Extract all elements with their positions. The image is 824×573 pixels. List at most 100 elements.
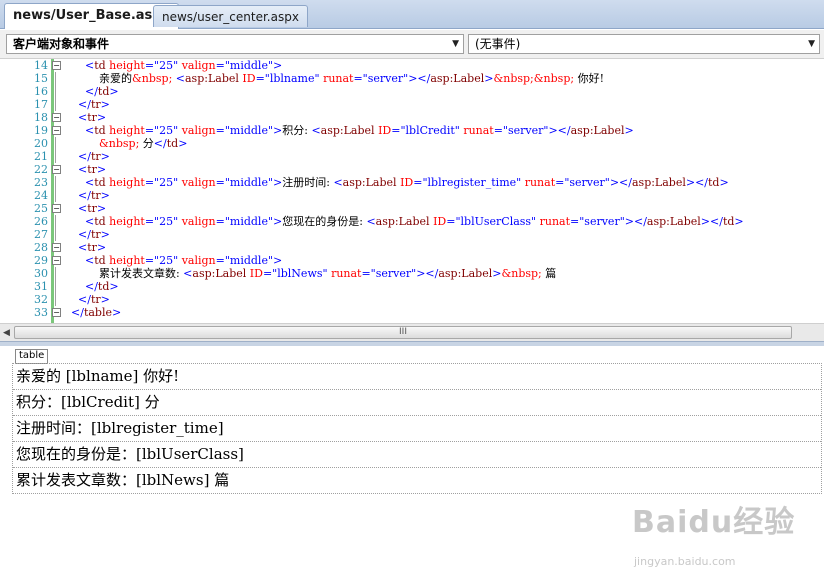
code-text: <td height="25" valign="middle">积分: <asp… bbox=[84, 124, 634, 137]
code-line[interactable]: 21 </tr> bbox=[0, 150, 824, 163]
collapse-icon[interactable]: − bbox=[52, 256, 61, 265]
scroll-left-icon[interactable]: ◀ bbox=[3, 328, 10, 338]
fold-guide bbox=[55, 215, 56, 228]
collapse-icon[interactable]: − bbox=[52, 61, 61, 70]
line-number: 16 bbox=[34, 85, 48, 98]
design-table[interactable]: 亲爱的 [lblname] 你好! 积分：[lblCredit] 分 注册时间：… bbox=[12, 363, 822, 494]
code-text: <tr> bbox=[78, 202, 107, 215]
code-line[interactable]: 32 </tr> bbox=[0, 293, 824, 306]
code-text: <tr> bbox=[78, 163, 107, 176]
horizontal-scrollbar[interactable]: ◀ III bbox=[0, 323, 824, 342]
code-text: </tr> bbox=[78, 189, 110, 202]
fold-guide bbox=[55, 267, 56, 280]
table-row[interactable]: 累计发表文章数：[lblNews] 篇 bbox=[13, 468, 821, 493]
line-number: 18 bbox=[34, 111, 48, 124]
table-row[interactable]: 积分：[lblCredit] 分 bbox=[13, 390, 821, 416]
watermark-logo: Baidu经验 bbox=[632, 505, 796, 540]
tab-user-center[interactable]: news/user_center.aspx bbox=[153, 5, 308, 27]
code-line[interactable]: 16 </td> bbox=[0, 85, 824, 98]
table-row[interactable]: 您现在的身份是：[lblUserClass] bbox=[13, 442, 821, 468]
code-line[interactable]: 17 </tr> bbox=[0, 98, 824, 111]
code-line[interactable]: 30 累计发表文章数: <asp:Label ID="lblNews" runa… bbox=[0, 267, 824, 280]
line-number: 26 bbox=[34, 215, 48, 228]
code-text: </tr> bbox=[78, 150, 110, 163]
fold-guide bbox=[55, 72, 56, 85]
fold-guide bbox=[55, 189, 56, 202]
code-editor[interactable]: 14− <td height="25" valign="middle"> 15 亲… bbox=[0, 59, 824, 323]
chevron-down-icon: ▼ bbox=[452, 39, 459, 49]
line-number: 22 bbox=[34, 163, 48, 176]
code-line[interactable]: 22− <tr> bbox=[0, 163, 824, 176]
code-line[interactable]: 14− <td height="25" valign="middle"> bbox=[0, 59, 824, 72]
code-text: <tr> bbox=[78, 111, 107, 124]
code-line[interactable]: 23 <td height="25" valign="middle">注册时间:… bbox=[0, 176, 824, 189]
code-line[interactable]: 24 </tr> bbox=[0, 189, 824, 202]
code-line[interactable]: 26 <td height="25" valign="middle">您现在的身… bbox=[0, 215, 824, 228]
line-number: 25 bbox=[34, 202, 48, 215]
fold-guide bbox=[55, 85, 56, 98]
code-text: 累计发表文章数: <asp:Label ID="lblNews" runat="… bbox=[64, 267, 557, 280]
code-line[interactable]: 19− <td height="25" valign="middle">积分: … bbox=[0, 124, 824, 137]
fold-guide bbox=[55, 176, 56, 189]
line-number: 21 bbox=[34, 150, 48, 163]
line-number: 15 bbox=[34, 72, 48, 85]
code-text: 亲爱的&nbsp; <asp:Label ID="lblname" runat=… bbox=[64, 72, 604, 85]
code-line[interactable]: 25− <tr> bbox=[0, 202, 824, 215]
code-text: <td height="25" valign="middle"> bbox=[84, 59, 283, 72]
chevron-down-icon: ▼ bbox=[808, 39, 815, 49]
collapse-icon[interactable]: − bbox=[52, 308, 61, 317]
line-number: 20 bbox=[34, 137, 48, 150]
code-text: </tr> bbox=[78, 228, 110, 241]
code-line[interactable]: 27 </tr> bbox=[0, 228, 824, 241]
code-line[interactable]: 18− <tr> bbox=[0, 111, 824, 124]
code-text: </table> bbox=[71, 306, 122, 319]
fold-guide bbox=[55, 150, 56, 163]
code-line[interactable]: 15 亲爱的&nbsp; <asp:Label ID="lblname" run… bbox=[0, 72, 824, 85]
line-number: 17 bbox=[34, 98, 48, 111]
events-dropdown[interactable]: (无事件) ▼ bbox=[468, 34, 820, 54]
client-objects-dropdown[interactable]: 客户端对象和事件 ▼ bbox=[6, 34, 464, 54]
table-row[interactable]: 注册时间：[lblregister_time] bbox=[13, 416, 821, 442]
line-number: 30 bbox=[34, 267, 48, 280]
line-number: 24 bbox=[34, 189, 48, 202]
code-text: <td height="25" valign="middle"> bbox=[84, 254, 283, 267]
fold-guide bbox=[55, 280, 56, 293]
line-number: 29 bbox=[34, 254, 48, 267]
code-text: <td height="25" valign="middle">注册时间: <a… bbox=[84, 176, 729, 189]
scrollbar-grip: III bbox=[399, 327, 407, 337]
collapse-icon[interactable]: − bbox=[52, 204, 61, 213]
code-text: &nbsp; 分</td> bbox=[98, 137, 188, 150]
code-text: </tr> bbox=[78, 98, 110, 111]
code-line[interactable]: 31 </td> bbox=[0, 280, 824, 293]
fold-guide bbox=[55, 137, 56, 150]
line-number: 23 bbox=[34, 176, 48, 189]
code-text: </tr> bbox=[78, 293, 110, 306]
line-number: 28 bbox=[34, 241, 48, 254]
events-value: (无事件) bbox=[475, 37, 521, 51]
code-line[interactable]: 33− </table> bbox=[0, 306, 824, 319]
code-text: </td> bbox=[84, 280, 119, 293]
line-number: 19 bbox=[34, 124, 48, 137]
code-line[interactable]: 28− <tr> bbox=[0, 241, 824, 254]
client-objects-value: 客户端对象和事件 bbox=[13, 37, 110, 51]
fold-guide bbox=[55, 228, 56, 241]
collapse-icon[interactable]: − bbox=[52, 165, 61, 174]
baidu-watermark: Baidu经验 jingyan.baidu.com bbox=[632, 497, 796, 568]
collapse-icon[interactable]: − bbox=[52, 113, 61, 122]
table-row[interactable]: 亲爱的 [lblname] 你好! bbox=[13, 364, 821, 390]
line-number: 32 bbox=[34, 293, 48, 306]
scrollbar-thumb[interactable]: III bbox=[14, 326, 792, 339]
code-text: <td height="25" valign="middle">您现在的身份是:… bbox=[84, 215, 744, 228]
line-number: 27 bbox=[34, 228, 48, 241]
collapse-icon[interactable]: − bbox=[52, 243, 61, 252]
code-line[interactable]: 29− <td height="25" valign="middle"> bbox=[0, 254, 824, 267]
code-line[interactable]: 20 &nbsp; 分</td> bbox=[0, 137, 824, 150]
watermark-url: jingyan.baidu.com bbox=[634, 555, 736, 568]
navigation-bar: 客户端对象和事件 ▼ (无事件) ▼ bbox=[0, 30, 824, 59]
document-tab-strip: news/User_Base.aspx news/user_center.asp… bbox=[0, 0, 824, 29]
fold-guide bbox=[55, 98, 56, 111]
fold-guide bbox=[55, 293, 56, 306]
collapse-icon[interactable]: − bbox=[52, 126, 61, 135]
line-number: 31 bbox=[34, 280, 48, 293]
table-tag-label[interactable]: table bbox=[15, 349, 49, 364]
